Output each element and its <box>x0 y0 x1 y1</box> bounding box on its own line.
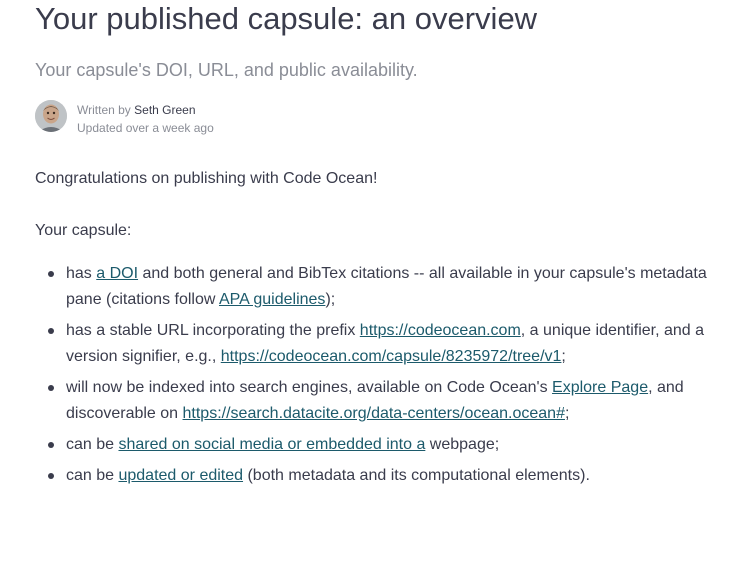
author-line: Written by Seth Green <box>77 101 214 119</box>
author-block: Written by Seth Green Updated over a wee… <box>35 100 435 137</box>
update-edit-link[interactable]: updated or edited <box>118 467 243 484</box>
doi-link[interactable]: a DOI <box>96 265 138 282</box>
text: can be <box>66 467 119 484</box>
list-item-sharing: can be shared on social media or embedde… <box>48 432 716 458</box>
text: ); <box>325 291 336 308</box>
text: (both metadata and its computational ele… <box>243 467 590 484</box>
page-title: Your published capsule: an overview <box>35 1 538 36</box>
capsule-example-url-link[interactable]: https://codeocean.com/capsule/8235972/tr… <box>221 348 562 365</box>
intro-paragraph: Congratulations on publishing with Code … <box>35 170 378 187</box>
text: has a stable URL incorporating the prefi… <box>66 322 360 339</box>
avatar <box>35 100 67 132</box>
text: has <box>66 265 97 282</box>
text: can be <box>66 436 119 453</box>
list-item-indexing: will now be indexed into search engines,… <box>48 375 716 427</box>
share-embed-link[interactable]: shared on social media or embedded into … <box>118 436 425 453</box>
text: ; <box>561 348 566 365</box>
text: and both general and BibTex citations --… <box>66 265 707 308</box>
list-item-url: has a stable URL incorporating the prefi… <box>48 318 716 370</box>
text: will now be indexed into search engines,… <box>66 379 553 396</box>
explore-page-link[interactable]: Explore Page <box>552 379 648 396</box>
written-by-label: Written by <box>77 103 131 117</box>
author-avatar-icon <box>35 100 67 132</box>
capsule-features-list: has a DOI and both general and BibTex ci… <box>35 261 716 494</box>
lead-paragraph: Your capsule: <box>35 222 132 239</box>
datacite-search-link[interactable]: https://search.datacite.org/data-centers… <box>183 405 565 422</box>
list-item-doi: has a DOI and both general and BibTex ci… <box>48 261 716 313</box>
list-item-editing: can be updated or edited (both metadata … <box>48 463 716 489</box>
codeocean-prefix-link[interactable]: https://codeocean.com <box>360 322 521 339</box>
page-subtitle: Your capsule's DOI, URL, and public avai… <box>35 60 418 80</box>
updated-timestamp: Updated over a week ago <box>77 121 214 135</box>
apa-guidelines-link[interactable]: APA guidelines <box>219 291 325 308</box>
author-name: Seth Green <box>134 103 196 117</box>
text: webpage; <box>425 436 500 453</box>
text: ; <box>564 405 570 422</box>
author-meta: Written by Seth Green Updated over a wee… <box>77 101 214 137</box>
